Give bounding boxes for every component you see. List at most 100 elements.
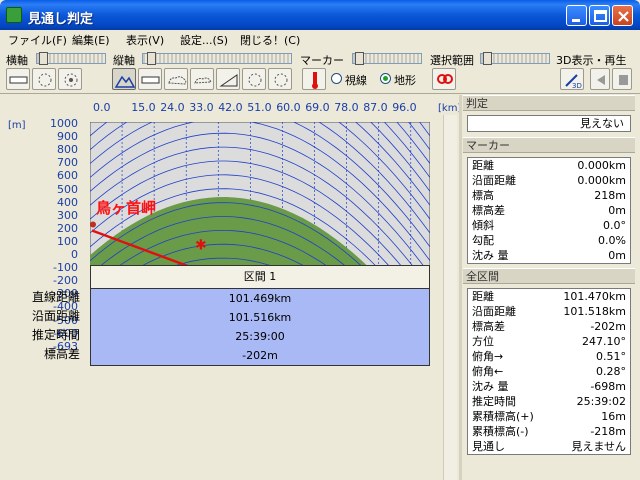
vertical-scrollbar[interactable] xyxy=(443,115,457,480)
play-stop-button[interactable] xyxy=(612,68,632,90)
panel-splitter[interactable] xyxy=(459,95,462,480)
straight-distance-label: 直線距離 xyxy=(31,290,80,304)
marker-button[interactable] xyxy=(302,68,326,90)
x-tick-label: 51.0 xyxy=(247,101,272,114)
surface-distance-value: 101.516km xyxy=(228,311,292,324)
elevation-diff-label: 標高差 xyxy=(43,347,80,361)
panel-row: 沈み 量 -698m xyxy=(468,379,630,394)
x-tick-label: 15.0 xyxy=(131,101,156,114)
rotate-right-button[interactable] xyxy=(268,68,292,90)
slope-button[interactable] xyxy=(216,68,240,90)
marker-label: マーカー xyxy=(300,54,344,67)
panel-row-key: 俯角→ xyxy=(472,350,504,363)
x-unit-label: [km] xyxy=(438,103,462,114)
rotate-icon xyxy=(274,73,288,87)
x-tick-label: 87.0 xyxy=(363,101,388,114)
slider-thumb[interactable] xyxy=(483,52,492,65)
terrain-view-button[interactable] xyxy=(112,68,136,90)
y-tick-label: 500 xyxy=(57,182,78,196)
zoom-all-icon xyxy=(64,73,78,87)
sightline-radio[interactable] xyxy=(331,73,342,84)
vertical-axis-slider[interactable] xyxy=(142,52,292,65)
panel-row-value: 247.10° xyxy=(582,335,626,348)
menu-close[interactable]: 閉じる！(C) xyxy=(240,32,300,48)
panel-row-value: 0m xyxy=(608,204,626,217)
horizontal-axis-slider[interactable] xyxy=(36,52,106,65)
sightline-radio-label: 視線 xyxy=(345,74,367,87)
panel-row-value: 0m xyxy=(608,249,626,262)
panel-row-key: 距離 xyxy=(472,290,494,303)
selection-range-slider[interactable] xyxy=(480,52,550,65)
panel-row: 累積標高(-) -218m xyxy=(468,424,630,439)
elevation-diff-value: -202m xyxy=(242,349,278,362)
y-tick-label: 1000 xyxy=(50,117,78,130)
x-tick-label: 0.0 xyxy=(93,101,111,114)
panel-row: 累積標高(+) 16m xyxy=(468,409,630,424)
slider-thumb[interactable] xyxy=(355,52,364,65)
marker-slider[interactable] xyxy=(352,52,422,65)
selection-range-label: 選択範囲 xyxy=(430,54,474,67)
panel-row: 距離 0.000km xyxy=(468,158,630,173)
x-tick-label: 33.0 xyxy=(189,101,214,114)
terrain-radio-label: 地形 xyxy=(394,74,416,87)
zoom-icon xyxy=(38,73,52,87)
panel-row: 沿面距離 0.000km xyxy=(468,173,630,188)
panel-row-key: 沈み 量 xyxy=(472,249,509,262)
panel-row-value: 25:39:02 xyxy=(576,395,626,408)
panel-row-key: 沈み 量 xyxy=(472,380,509,393)
estimated-time-value: 25:39:00 xyxy=(235,330,285,343)
panel-row-key: 標高差 xyxy=(472,204,505,217)
cloud-icon xyxy=(194,77,212,84)
panel-row-value: 218m xyxy=(594,189,626,202)
menu-view[interactable]: 表示(V) xyxy=(126,32,164,48)
menu-settings[interactable]: 設定...(S) xyxy=(180,32,228,48)
marker-table: 距離 0.000km 沿面距離 0.000km 標高 218m 標高差 0m 傾斜 0.0° 勾配 0… xyxy=(467,157,631,264)
cloud2-view-button[interactable] xyxy=(190,68,214,90)
rotate-left-button[interactable] xyxy=(242,68,266,90)
y-tick-label: -200 xyxy=(53,274,78,288)
slider-thumb[interactable] xyxy=(39,52,48,65)
cloud-view-button[interactable] xyxy=(164,68,188,90)
surface-distance-label: 沿面距離 xyxy=(31,309,80,323)
3d-view-button[interactable]: 3D xyxy=(560,68,584,90)
zoom-button[interactable] xyxy=(32,68,56,90)
maximize-button[interactable] xyxy=(589,5,610,26)
all-section-header: 全区間 xyxy=(463,268,635,284)
section-summary: 区間 1 101.469km 101.516km 25:39:00 -202m xyxy=(90,265,430,366)
minimize-button[interactable] xyxy=(566,5,587,26)
panel-row: 俯角← 0.28° xyxy=(468,364,630,379)
marker-header: マーカー xyxy=(463,137,635,153)
menu-bar: ファイル(F) 編集(E) 表示(V) 設定...(S) 閉じる！(C) xyxy=(0,30,640,48)
flat-view-button[interactable] xyxy=(138,68,162,90)
panel-row: 見通し 見えません xyxy=(468,439,630,454)
panel-row-key: 傾斜 xyxy=(472,219,494,232)
slider-thumb[interactable] xyxy=(147,52,156,65)
panel-row: 標高差 -202m xyxy=(468,319,630,334)
start-location-label: 鳥ヶ首岬 xyxy=(96,199,156,217)
vertical-axis-label: 縦軸 xyxy=(113,54,135,67)
thermometer-icon xyxy=(312,72,318,89)
section-values: 101.469km 101.516km 25:39:00 -202m xyxy=(90,289,430,366)
panel-row: 沈み 量 0m xyxy=(468,248,630,263)
x-tick-label: 42.0 xyxy=(218,101,243,114)
slope-icon xyxy=(219,74,238,87)
panel-row-key: 累積標高(-) xyxy=(472,425,529,438)
menu-edit[interactable]: 編集(E) xyxy=(72,32,110,48)
terrain-radio[interactable] xyxy=(380,73,391,84)
range-select-button[interactable] xyxy=(432,68,456,90)
play-back-button[interactable] xyxy=(590,68,610,90)
y-tick-label: 900 xyxy=(57,130,78,144)
fit-width-button[interactable] xyxy=(6,68,30,90)
panel-row: 距離 101.470km xyxy=(468,289,630,304)
menu-file[interactable]: ファイル(F) xyxy=(8,32,67,48)
panel-row-value: 101.518km xyxy=(563,305,626,318)
estimated-time-label: 推定時間 xyxy=(31,328,80,342)
section-header[interactable]: 区間 1 xyxy=(90,265,430,289)
panel-row-key: 推定時間 xyxy=(472,395,516,408)
zoom-all-button[interactable] xyxy=(58,68,82,90)
close-button[interactable] xyxy=(612,5,633,26)
y-tick-label: 0 xyxy=(71,248,78,261)
horizontal-axis-label: 横軸 xyxy=(6,54,28,67)
close-icon xyxy=(618,11,629,22)
y-tick-label: 100 xyxy=(57,234,78,248)
